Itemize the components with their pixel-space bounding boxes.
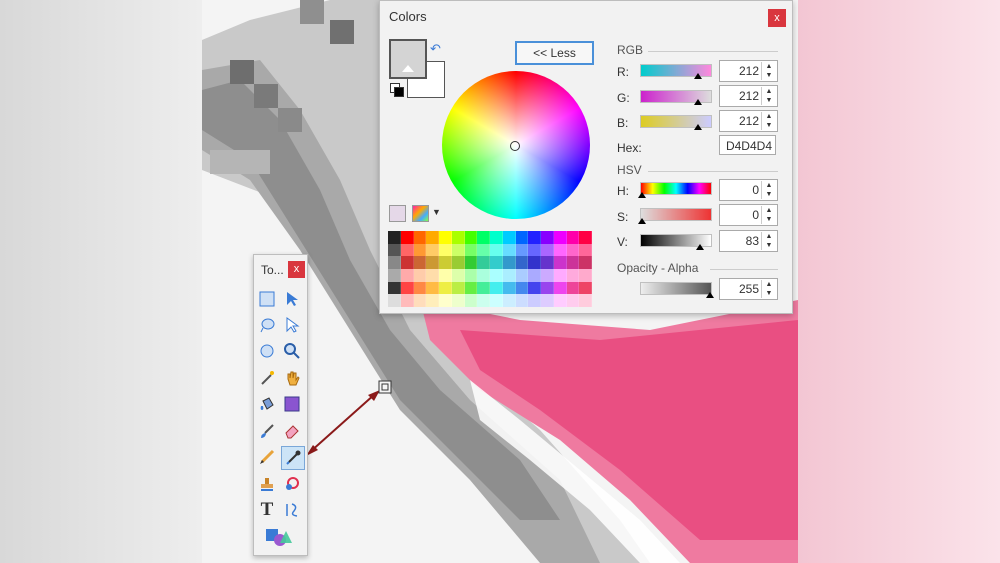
- ellipse-select-icon[interactable]: [256, 340, 278, 362]
- b-input[interactable]: 212 ▲ ▼: [719, 110, 778, 132]
- hex-label: Hex:: [617, 141, 642, 155]
- clone-stamp-icon[interactable]: [256, 473, 278, 495]
- colors-window-title: Colors: [389, 9, 427, 24]
- alpha-slider[interactable]: [640, 282, 712, 295]
- s-input[interactable]: 0 ▲ ▼: [719, 204, 778, 226]
- rgb-section-label: RGB: [617, 43, 644, 57]
- tools-close-button[interactable]: x: [288, 261, 305, 278]
- magic-wand-icon[interactable]: [256, 367, 278, 389]
- r-slider-thumb[interactable]: [694, 73, 702, 79]
- eraser-icon[interactable]: [281, 420, 303, 442]
- colors-window: Colors x ↶ << Less ▼ RGB R: 212 ▲ ▼ G: 212…: [379, 0, 793, 314]
- alpha-slider-thumb[interactable]: [706, 292, 714, 298]
- b-label: B:: [617, 116, 629, 130]
- pencil-icon[interactable]: [256, 446, 278, 468]
- h-slider-thumb[interactable]: [638, 192, 646, 198]
- lasso-select-icon[interactable]: [256, 314, 278, 336]
- move-selection-icon[interactable]: [281, 288, 303, 310]
- alpha-input[interactable]: 255 ▲ ▼: [719, 278, 778, 300]
- pan-icon[interactable]: [281, 367, 303, 389]
- g-label: G:: [617, 91, 630, 105]
- color-palette[interactable]: [388, 231, 592, 307]
- h-input[interactable]: 0 ▲ ▼: [719, 179, 778, 201]
- zoom-icon[interactable]: [281, 340, 303, 362]
- palette-menu-icon[interactable]: [412, 205, 429, 222]
- recolor-icon[interactable]: [281, 473, 303, 495]
- opacity-section-label: Opacity - Alpha: [617, 261, 699, 275]
- text-icon[interactable]: T: [256, 499, 278, 521]
- reset-colors-icon[interactable]: [390, 83, 404, 97]
- tools-window: To... x T: [253, 254, 308, 556]
- hex-input[interactable]: D4D4D4: [719, 135, 776, 155]
- primary-color-swatch[interactable]: [389, 39, 427, 79]
- paint-bucket-icon[interactable]: [256, 393, 278, 415]
- s-slider-thumb[interactable]: [638, 218, 646, 224]
- move-selected-icon[interactable]: [281, 314, 303, 336]
- colors-close-button[interactable]: x: [768, 9, 786, 27]
- v-input[interactable]: 83 ▲ ▼: [719, 230, 778, 252]
- r-input[interactable]: 212 ▲ ▼: [719, 60, 778, 82]
- s-label: S:: [617, 210, 629, 224]
- tools-window-title: To...: [261, 263, 284, 277]
- line-curve-icon[interactable]: [281, 499, 303, 521]
- hsv-section-label: HSV: [617, 163, 642, 177]
- b-slider-thumb[interactable]: [694, 124, 702, 130]
- v-slider-thumb[interactable]: [696, 244, 704, 250]
- g-slider-thumb[interactable]: [694, 99, 702, 105]
- less-button[interactable]: << Less: [515, 41, 594, 65]
- paintbrush-icon[interactable]: [256, 420, 278, 442]
- add-to-palette-icon[interactable]: [389, 205, 406, 222]
- connector-arrow: [306, 380, 392, 456]
- swap-colors-icon[interactable]: ↶: [430, 41, 441, 57]
- h-slider[interactable]: [640, 182, 712, 195]
- s-slider[interactable]: [640, 208, 712, 221]
- color-wheel-cursor[interactable]: [510, 141, 520, 151]
- rectangle-select-icon[interactable]: [256, 288, 278, 310]
- palette-dropdown-icon[interactable]: ▼: [432, 207, 441, 217]
- gradient-icon[interactable]: [281, 393, 303, 415]
- h-label: H:: [617, 184, 629, 198]
- v-label: V:: [617, 235, 628, 249]
- g-input[interactable]: 212 ▲ ▼: [719, 85, 778, 107]
- shapes-icon[interactable]: [262, 526, 298, 548]
- r-label: R:: [617, 65, 629, 79]
- color-picker-icon[interactable]: [281, 446, 305, 470]
